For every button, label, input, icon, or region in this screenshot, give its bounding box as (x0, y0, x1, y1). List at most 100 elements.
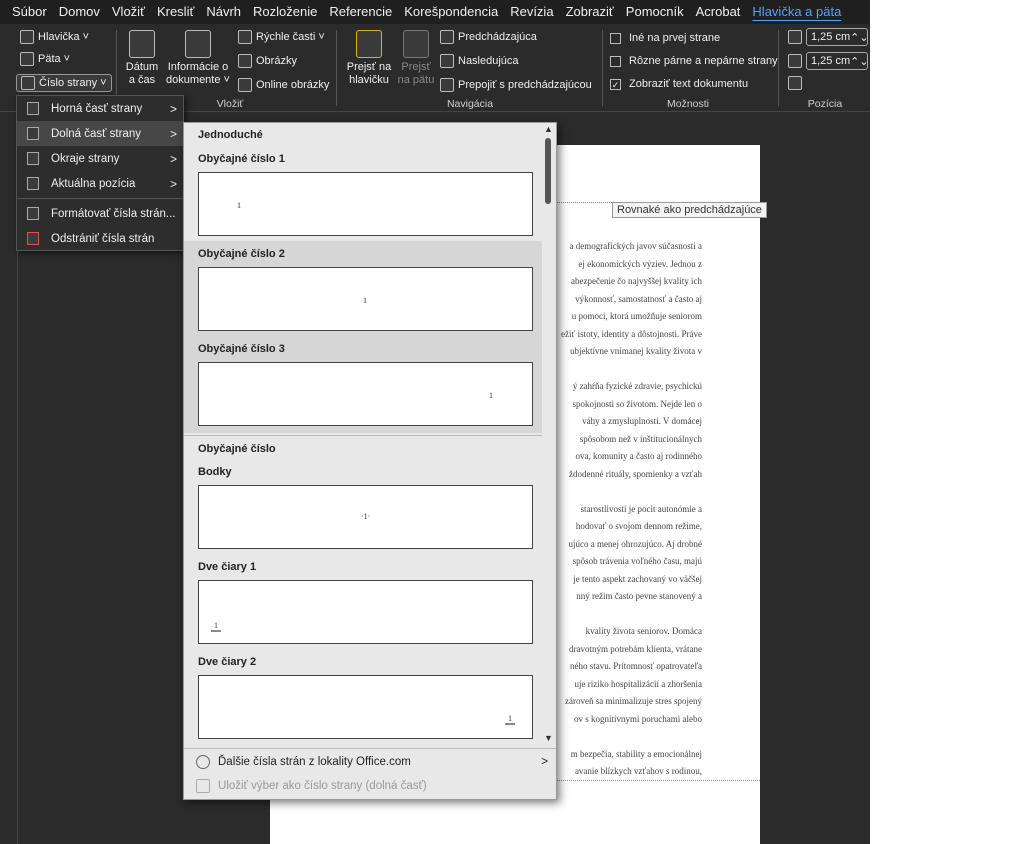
gallery-item-plain-number-2[interactable]: 1 (198, 267, 533, 331)
online-picture-icon (238, 78, 252, 92)
menu-item-remove-page-numbers[interactable]: Odstrániť čísla strán (17, 226, 183, 251)
pictures-button[interactable]: Obrázky (238, 54, 297, 68)
next-section-icon (440, 54, 454, 68)
quick-parts-button[interactable]: Rýchle časti ˅ (238, 30, 325, 44)
footer-button[interactable]: Päta ˅ (20, 52, 70, 66)
footer-position: 1,25 cm ⌃⌄ (788, 52, 869, 70)
header-position-spinner[interactable]: 1,25 cm ⌃⌄ (806, 28, 869, 46)
show-document-text-checkbox[interactable]: ✓ Zobraziť text dokumentu (610, 78, 748, 90)
quick-parts-icon (238, 30, 252, 44)
page-number-icon (21, 76, 35, 90)
link-to-previous-button[interactable]: Prepojiť s predchádzajúcou (440, 78, 592, 92)
go-to-footer-button[interactable]: Prejsť na pätu (394, 30, 438, 87)
tab-review[interactable]: Revízia (504, 0, 559, 24)
tab-draw[interactable]: Kresliť (151, 0, 200, 24)
online-pictures-button[interactable]: Online obrázky (238, 78, 329, 92)
menu-item-current-position[interactable]: Aktuálna pozícia > (17, 171, 183, 196)
spin-arrows-icon[interactable]: ⌃⌄ (850, 55, 868, 68)
footer-position-spinner[interactable]: 1,25 cm ⌃⌄ (806, 52, 869, 70)
gallery-section-heading: Jednoduché (198, 129, 263, 141)
menu-item-top-of-page[interactable]: Horná časť strany > (17, 96, 183, 121)
chevron-right-icon: > (169, 176, 177, 191)
menu-item-page-margins[interactable]: Okraje strany > (17, 146, 183, 171)
calendar-clock-icon (129, 30, 155, 58)
tab-layout[interactable]: Rozloženie (247, 0, 323, 24)
document-info-button[interactable]: Informácie o dokumente ˅ (164, 30, 232, 87)
tab-header-footer[interactable]: Hlavička a päta (746, 0, 847, 24)
scroll-down-icon[interactable]: ▼ (544, 733, 553, 743)
same-as-previous-tag: Rovnaké ako predchádzajúce (612, 202, 767, 218)
page-number-gallery: Jednoduché Obyčajné číslo 1 1 Obyčajné č… (183, 122, 557, 800)
header-position: 1,25 cm ⌃⌄ (788, 28, 869, 46)
tab-file[interactable]: Súbor (6, 0, 53, 24)
go-to-header-icon (356, 30, 382, 58)
checkmark-icon: ✓ (610, 78, 621, 90)
word-window: Súbor Domov Vložiť Kresliť Návrh Rozlože… (0, 0, 870, 844)
gallery-item-plain-number-1[interactable]: 1 (198, 172, 533, 236)
page-number-button[interactable]: Číslo strany ˅ (16, 74, 112, 92)
gallery-divider (184, 435, 542, 436)
gallery-item-label: Bodky (198, 466, 232, 478)
spin-arrows-icon[interactable]: ⌃⌄ (850, 31, 868, 44)
chevron-right-icon: > (541, 756, 548, 768)
date-time-button[interactable]: Dátum a čas (120, 30, 164, 87)
tab-references[interactable]: Referencie (323, 0, 398, 24)
header-icon (20, 30, 34, 44)
menu-divider (17, 198, 183, 199)
header-button[interactable]: Hlavička ˅ (20, 30, 89, 44)
more-page-numbers-button[interactable]: Ďalšie čísla strán z lokality Office.com… (184, 750, 556, 774)
document-info-icon (185, 30, 211, 58)
gallery-scroll-thumb[interactable] (545, 138, 551, 204)
menu-item-format-page-numbers[interactable]: Formátovať čísla strán... (17, 201, 183, 226)
next-button[interactable]: Nasledujúca (440, 54, 519, 68)
link-icon (440, 78, 454, 92)
different-first-page-checkbox[interactable]: Iné na prvej strane (610, 32, 720, 44)
gallery-item-label: Dve čiary 1 (198, 561, 257, 573)
globe-icon (196, 755, 210, 769)
page-bottom-icon (27, 127, 39, 140)
group-divider (602, 30, 603, 106)
footer-bottom-icon (788, 54, 802, 68)
gallery-item-label: Obyčajné číslo 2 (198, 248, 285, 260)
chevron-right-icon: > (169, 101, 177, 116)
chevron-right-icon: > (169, 151, 177, 166)
gallery-item-plain-number-3[interactable]: 1 (198, 362, 533, 426)
go-to-footer-icon (403, 30, 429, 58)
previous-section-icon (440, 30, 454, 44)
tab-mailings[interactable]: Korešpondencia (398, 0, 504, 24)
gallery-item-label: Obyčajné číslo 3 (198, 343, 285, 355)
ribbon-tab-bar: Súbor Domov Vložiť Kresliť Návrh Rozlože… (0, 0, 870, 24)
group-label-position: Pozícia (807, 98, 843, 110)
header-top-icon (788, 30, 802, 44)
scroll-up-icon[interactable]: ▲ (544, 124, 553, 134)
gallery-item-dots[interactable]: ·1· (198, 485, 533, 549)
alignment-tab-icon (788, 76, 802, 90)
save-gallery-icon (196, 779, 210, 793)
previous-button[interactable]: Predchádzajúca (440, 30, 537, 44)
tab-insert[interactable]: Vložiť (106, 0, 151, 24)
tab-acrobat[interactable]: Acrobat (690, 0, 747, 24)
gallery-item-label: Obyčajné číslo 1 (198, 153, 285, 165)
gallery-item-two-lines-1[interactable]: 1 (198, 580, 533, 644)
insert-alignment-tab-button[interactable] (788, 76, 802, 90)
page-number-menu: Horná časť strany > Dolná časť strany > Ok… (16, 95, 184, 251)
tab-help[interactable]: Pomocník (620, 0, 690, 24)
go-to-header-button[interactable]: Prejsť na hlavičku (344, 30, 394, 87)
group-divider (336, 30, 337, 106)
gallery-item-two-lines-2[interactable]: 1 (198, 675, 533, 739)
tab-home[interactable]: Domov (53, 0, 106, 24)
gallery-scrollbar[interactable]: ▲ ▼ (542, 123, 556, 748)
tab-view[interactable]: Zobraziť (560, 0, 620, 24)
checkbox-icon (610, 32, 621, 44)
current-position-icon (27, 177, 39, 190)
tab-design[interactable]: Návrh (200, 0, 247, 24)
group-label-navigation: Navigácia (446, 98, 494, 110)
chevron-right-icon: > (169, 126, 177, 141)
different-odd-even-checkbox[interactable]: Rôzne párne a nepárne strany (610, 55, 778, 67)
group-divider (778, 30, 779, 106)
format-page-numbers-icon (27, 207, 39, 220)
menu-item-bottom-of-page[interactable]: Dolná časť strany > (17, 121, 183, 146)
page-top-icon (27, 102, 39, 115)
checkbox-icon (610, 55, 621, 67)
footer-icon (20, 52, 34, 66)
